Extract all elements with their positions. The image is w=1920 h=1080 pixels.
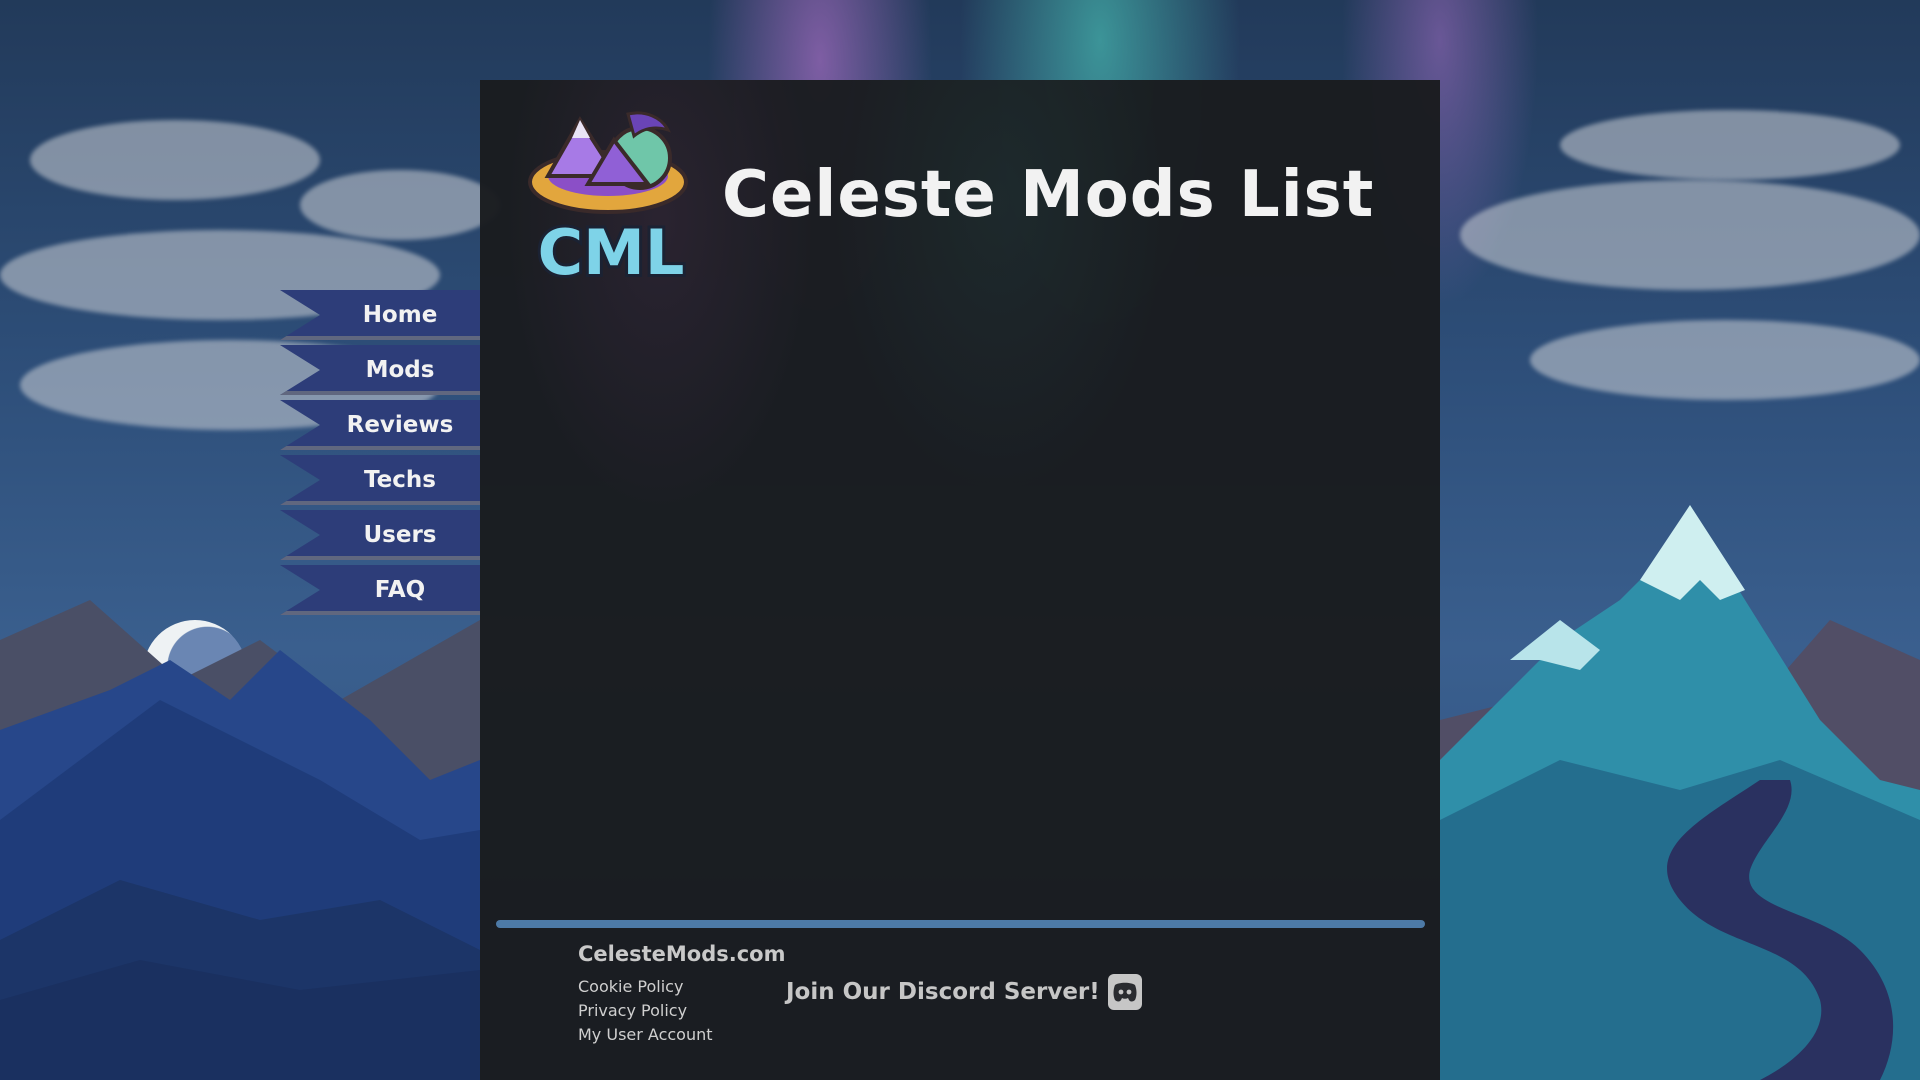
privacy-policy-link[interactable]: Privacy Policy (578, 999, 713, 1023)
footer-links: Cookie Policy Privacy Policy My User Acc… (578, 975, 713, 1047)
cookie-policy-link[interactable]: Cookie Policy (578, 975, 713, 999)
discord-icon (1107, 974, 1142, 1010)
nav-item-techs[interactable]: Techs (280, 455, 480, 505)
my-user-account-link[interactable]: My User Account (578, 1023, 713, 1047)
site-logo[interactable]: CML (528, 104, 694, 294)
page-title: Celeste Mods List (722, 158, 1375, 232)
nav-item-faq[interactable]: FAQ (280, 565, 480, 615)
nav-item-label: Techs (364, 467, 436, 493)
cml-logo-icon: CML (528, 111, 688, 292)
nav-item-label: Home (362, 302, 438, 328)
nav-item-reviews[interactable]: Reviews (280, 400, 480, 450)
footer-site-name: CelesteMods.com (578, 942, 786, 966)
logo-text: CML (538, 216, 685, 289)
nav-item-label: FAQ (374, 577, 426, 603)
discord-invite-link[interactable]: Join Our Discord Server! (786, 974, 1142, 1010)
footer-divider (496, 920, 1425, 928)
nav-item-users[interactable]: Users (280, 510, 480, 560)
nav-item-home[interactable]: Home (280, 290, 480, 340)
discord-invite-label: Join Our Discord Server! (786, 979, 1100, 1005)
nav-item-label: Mods (365, 357, 435, 383)
nav-item-label: Reviews (346, 412, 454, 438)
nav-item-label: Users (363, 522, 437, 548)
nav-item-mods[interactable]: Mods (280, 345, 480, 395)
main-navigation: Home Mods Reviews Techs Users FAQ (280, 290, 480, 620)
